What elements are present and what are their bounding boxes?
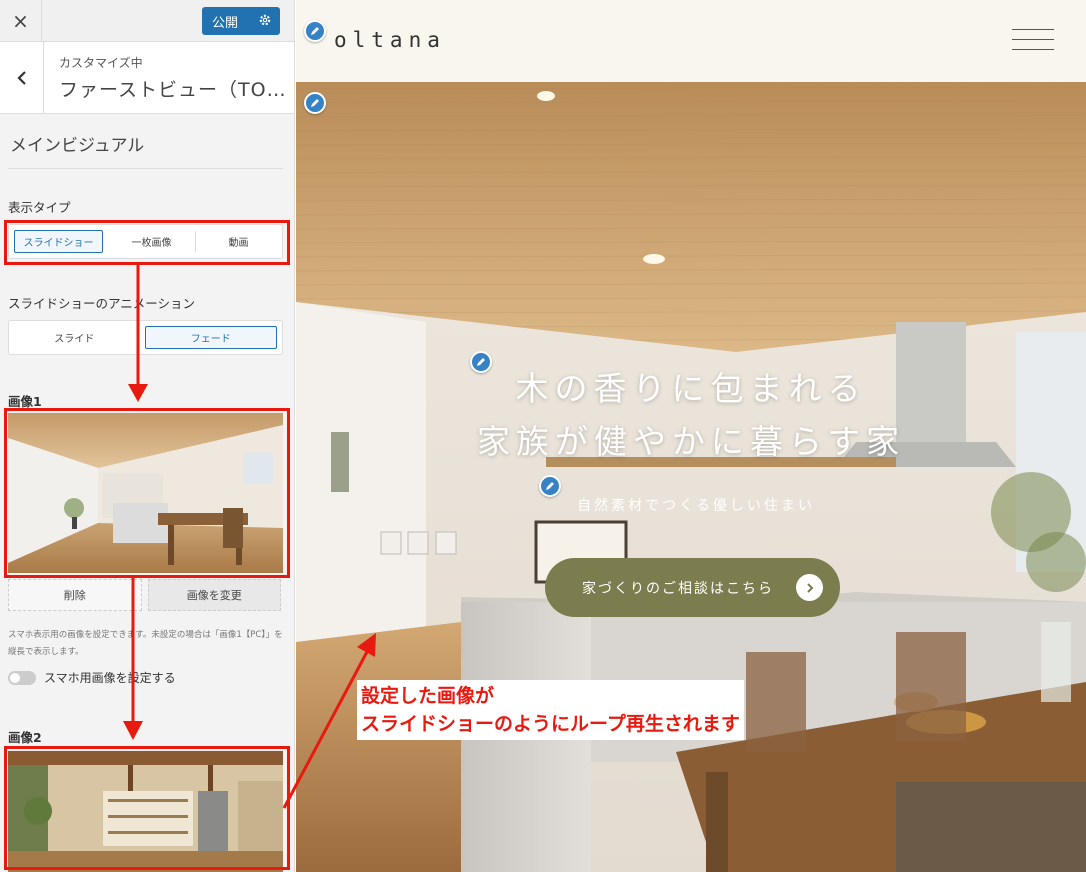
annotation-line2: スライドショーのようにループ再生されます bbox=[361, 713, 740, 735]
annotation-arrows bbox=[123, 265, 376, 809]
annotation-callout: 設定した画像が スライドショーのようにループ再生されます bbox=[357, 680, 744, 740]
annotation-line1: 設定した画像が bbox=[361, 685, 495, 707]
